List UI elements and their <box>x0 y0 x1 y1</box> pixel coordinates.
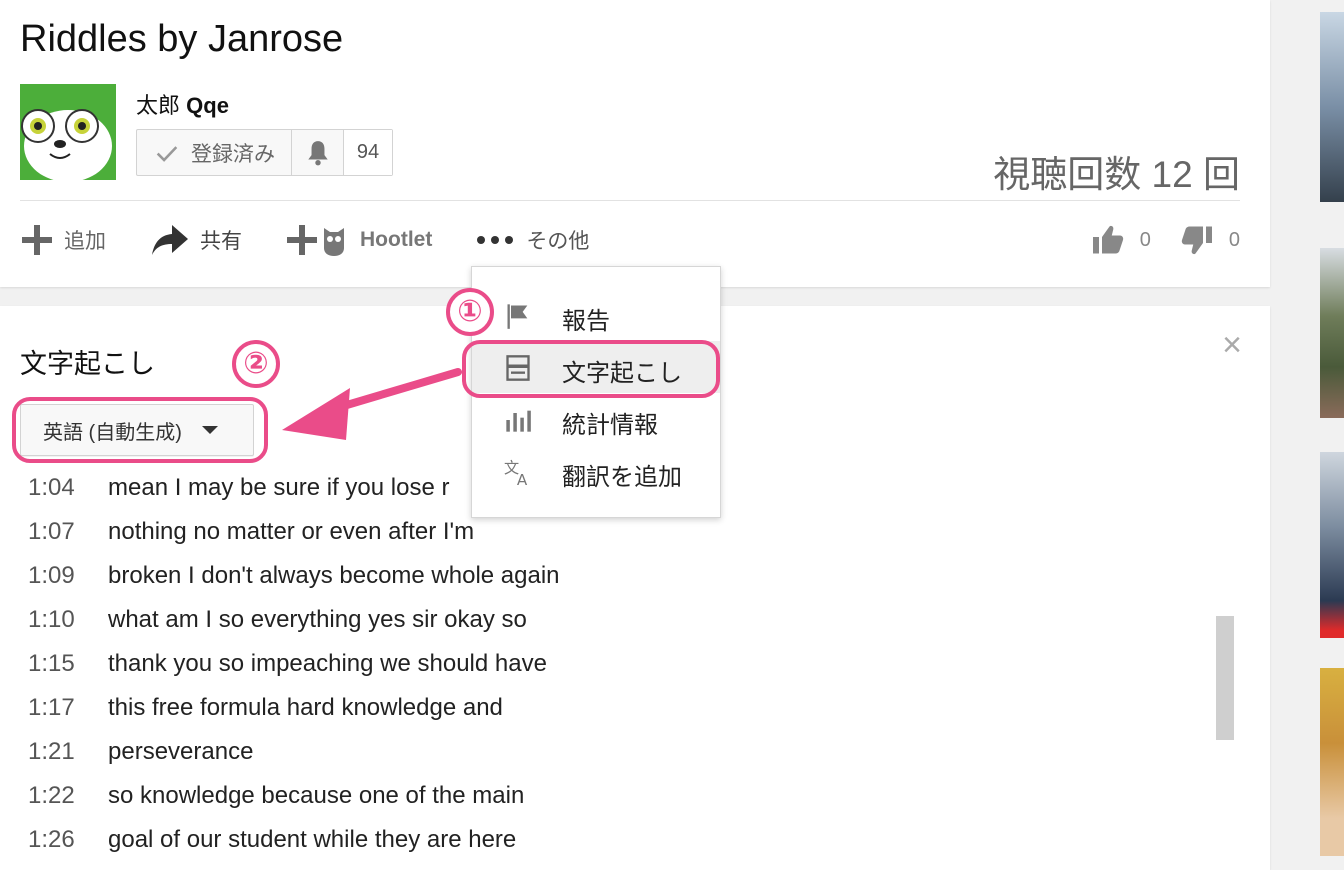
transcript-line[interactable]: 1:21 perseverance <box>28 730 1208 774</box>
transcript-time: 1:26 <box>28 826 75 853</box>
plus-icon <box>22 225 52 255</box>
translate-icon: 文 A <box>504 459 528 486</box>
subscribed-button[interactable]: 登録済み <box>137 130 292 175</box>
menu-item-label: 翻訳を追加 <box>562 464 682 491</box>
transcript-title: 文字起こし <box>20 349 155 379</box>
subscriber-count: 94 <box>344 130 392 175</box>
transcript-highlight-annotation <box>462 340 720 398</box>
transcript-text: what am I so everything yes sir okay so <box>108 606 527 633</box>
like-count: 0 <box>1139 228 1151 251</box>
subscription-group: 登録済み 94 <box>136 129 393 176</box>
channel-avatar[interactable] <box>20 84 116 180</box>
language-highlight-annotation <box>12 397 268 463</box>
annotation-marker-2: ② <box>232 340 280 388</box>
menu-item-label: 統計情報 <box>562 412 658 439</box>
transcript-scrollbar[interactable] <box>1216 616 1234 740</box>
like-bar: 0 0 <box>1062 218 1240 262</box>
related-thumbnail[interactable] <box>1320 668 1344 856</box>
svg-text:A: A <box>517 471 528 486</box>
transcript-line[interactable]: 1:26 goal of our student while they are h… <box>28 818 1208 862</box>
share-label: 共有 <box>200 230 242 253</box>
more-label: その他 <box>526 230 590 253</box>
hootlet-button[interactable]: Hootlet <box>286 222 432 258</box>
transcript-time: 1:22 <box>28 782 75 809</box>
share-arrow-icon <box>152 225 188 255</box>
annotation-marker-1: ① <box>446 288 494 336</box>
menu-item-statistics[interactable]: 統計情報 <box>472 393 720 445</box>
transcript-text: this free formula hard knowledge and <box>108 694 503 721</box>
transcript-time: 1:10 <box>28 606 75 633</box>
channel-name-suffix: Qqe <box>186 93 229 118</box>
video-info-card: Riddles by Janrose 太郎 Qqe 登録済み 94 視聴回数 1… <box>0 0 1270 287</box>
transcript-lines: 1:04 mean I may be sure if you lose r 1:0… <box>28 466 1208 862</box>
dislike-count: 0 <box>1228 228 1240 251</box>
check-icon <box>156 145 178 162</box>
transcript-text: so knowledge because one of the main <box>108 782 525 809</box>
transcript-text: broken I don't always become whole again <box>108 562 560 589</box>
thumbs-up-icon <box>1092 225 1123 254</box>
notification-bell-button[interactable] <box>292 130 344 175</box>
related-videos-sidebar <box>1292 0 1344 870</box>
transcript-line[interactable]: 1:17 this free formula hard knowledge and <box>28 686 1208 730</box>
transcript-time: 1:09 <box>28 562 75 589</box>
transcript-text: nothing no matter or even after I'm <box>108 518 475 545</box>
menu-item-report[interactable]: 報告 <box>472 289 720 341</box>
transcript-time: 1:15 <box>28 650 75 677</box>
transcript-text: perseverance <box>108 738 254 765</box>
more-button[interactable]: その他 <box>476 225 589 255</box>
related-thumbnail[interactable] <box>1320 248 1344 418</box>
video-title: Riddles by Janrose <box>20 18 344 60</box>
subscribed-label: 登録済み <box>191 142 275 166</box>
view-count: 視聴回数 12 回 <box>993 154 1240 195</box>
transcript-time: 1:17 <box>28 694 75 721</box>
channel-name-prefix: 太郎 <box>136 93 181 118</box>
transcript-time: 1:21 <box>28 738 75 765</box>
transcript-line[interactable]: 1:15 thank you so impeaching we should ha… <box>28 642 1208 686</box>
add-label: 追加 <box>64 230 106 253</box>
transcript-line[interactable]: 1:09 broken I don't always become whole a… <box>28 554 1208 598</box>
stats-icon <box>506 410 531 432</box>
share-button[interactable]: 共有 <box>150 223 242 257</box>
transcript-text: goal of our student while they are here <box>108 826 517 853</box>
close-icon[interactable]: × <box>1222 328 1242 362</box>
page: Riddles by Janrose 太郎 Qqe 登録済み 94 視聴回数 1… <box>0 0 1344 870</box>
related-thumbnail[interactable] <box>1320 452 1344 638</box>
hootlet-icon <box>287 225 344 256</box>
more-dots-icon <box>477 236 514 244</box>
add-to-button[interactable]: 追加 <box>20 223 106 257</box>
transcript-time: 1:07 <box>28 518 75 545</box>
channel-name[interactable]: 太郎 Qqe <box>136 88 229 120</box>
like-button[interactable]: 0 <box>1090 222 1151 258</box>
menu-item-label: 報告 <box>562 308 610 335</box>
dislike-button[interactable]: 0 <box>1179 222 1240 258</box>
transcript-text: mean I may be sure if you lose r <box>108 474 450 501</box>
transcript-time: 1:04 <box>28 474 75 501</box>
related-thumbnail[interactable] <box>1320 12 1344 202</box>
transcript-line[interactable]: 1:10 what am I so everything yes sir okay… <box>28 598 1208 642</box>
thumbs-down-icon <box>1181 226 1212 255</box>
menu-item-add-translation[interactable]: 文 A 翻訳を追加 <box>472 445 720 497</box>
action-bar: 追加 共有 Hootlet その他 <box>20 218 633 262</box>
hootlet-label: Hootlet <box>360 228 433 251</box>
transcript-line[interactable]: 1:22 so knowledge because one of the main <box>28 774 1208 818</box>
bell-icon <box>307 140 328 165</box>
flag-icon <box>507 304 528 329</box>
divider <box>20 200 1240 201</box>
transcript-text: thank you so impeaching we should have <box>108 650 547 677</box>
